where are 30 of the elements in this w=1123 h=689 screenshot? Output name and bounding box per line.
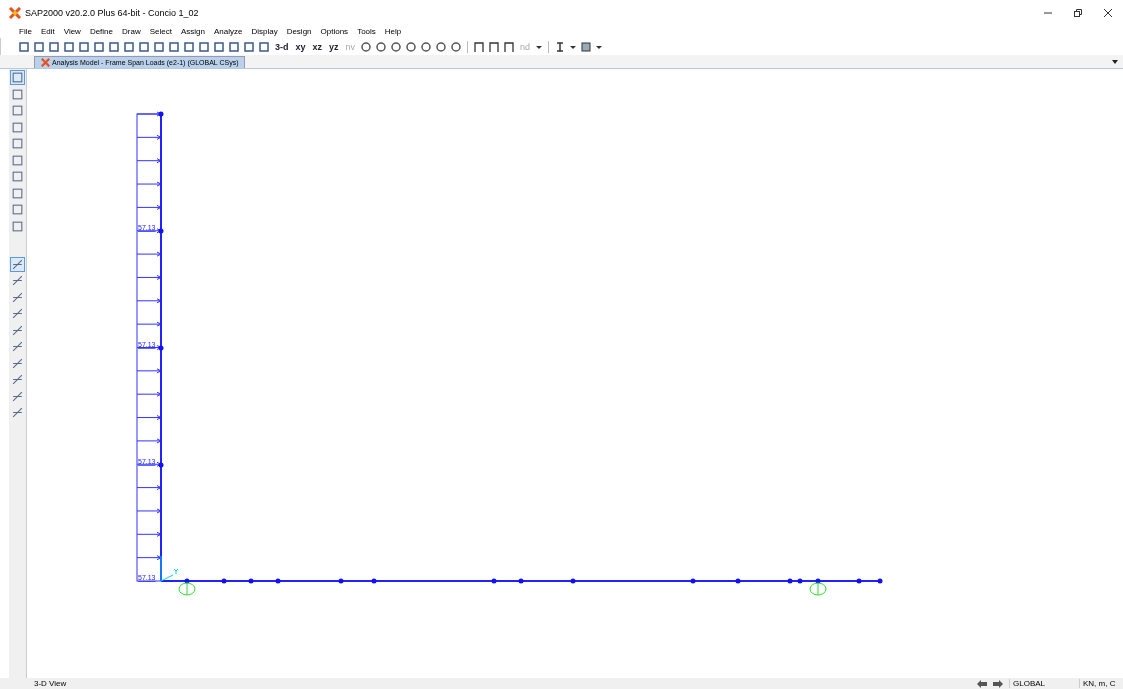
window-title: SAP2000 v20.2.0 Plus 64-bit - Concio 1_02: [25, 7, 200, 18]
app-logo-icon: [9, 6, 21, 19]
menu-item[interactable]: Tools: [357, 27, 376, 36]
app-logo-icon: [41, 58, 50, 67]
menu-item[interactable]: Edit: [40, 27, 55, 36]
menu-item[interactable]: Design: [286, 27, 312, 36]
menu-item[interactable]: Help: [384, 27, 402, 36]
restore-icon[interactable]: [1074, 8, 1082, 17]
dropdown-icon[interactable]: [1111, 58, 1119, 66]
display-box-icon[interactable]: [580, 40, 593, 53]
menu-item[interactable]: Analyze: [213, 27, 243, 36]
menu-item[interactable]: View: [63, 27, 81, 36]
menu-item[interactable]: File: [19, 27, 32, 36]
view-button[interactable]: 3-d: [273, 41, 291, 52]
menu-item[interactable]: Select: [149, 27, 172, 36]
menu-item[interactable]: Options: [320, 27, 349, 36]
menu-item[interactable]: Display: [251, 27, 278, 36]
frame-icon[interactable]: [473, 40, 486, 53]
menu-item[interactable]: Assign: [180, 27, 205, 36]
menu-item[interactable]: Draw: [122, 27, 141, 36]
view-button[interactable]: xy: [293, 41, 308, 52]
coordinate-system-dropdown[interactable]: GLOBAL: [1009, 679, 1073, 688]
right-arrow-icon[interactable]: [993, 679, 1003, 688]
view-status: 3-D View: [34, 679, 67, 688]
view-button[interactable]: yz: [327, 41, 341, 52]
units-field[interactable]: KN, m, C: [1079, 679, 1123, 688]
close-icon[interactable]: [1104, 8, 1112, 17]
menu-item[interactable]: Define: [89, 27, 113, 36]
left-arrow-icon[interactable]: [977, 679, 987, 688]
view-button[interactable]: xz: [310, 41, 325, 52]
